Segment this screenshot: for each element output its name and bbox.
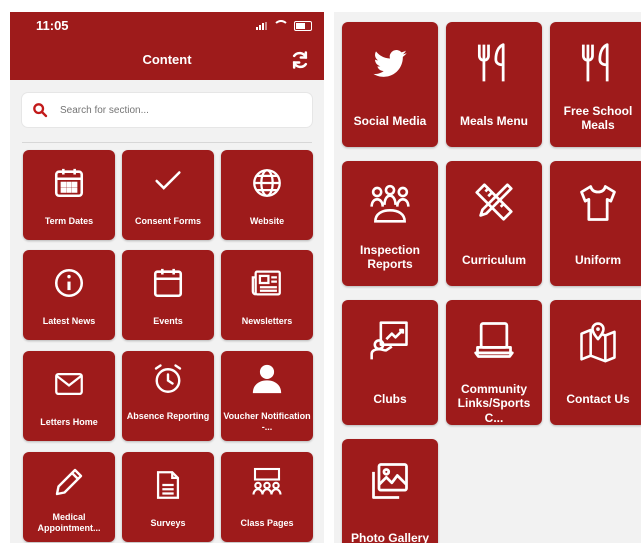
tile-label: Free School Meals xyxy=(563,104,633,133)
tile-label: Voucher Notification -... xyxy=(223,411,311,432)
tile-meals-menu[interactable]: Meals Menu xyxy=(446,22,542,147)
tile-label: Inspection Reports xyxy=(359,243,420,272)
pencil-icon xyxy=(55,468,83,496)
tile-label: Contact Us xyxy=(566,392,630,406)
person-icon xyxy=(252,364,282,394)
tile-label: Clubs xyxy=(373,392,407,406)
twitter-bird-icon xyxy=(373,49,407,77)
checkmark-icon xyxy=(155,171,181,190)
tile-absence-reporting[interactable]: Absence Reporting xyxy=(122,351,214,441)
tile-label: Class Pages xyxy=(240,518,294,528)
fork-knife-icon xyxy=(581,43,609,82)
calendar-icon xyxy=(153,268,183,298)
info-icon xyxy=(54,268,84,298)
wifi-icon xyxy=(273,20,289,31)
tile-label: Absence Reporting xyxy=(126,411,210,421)
tile-label: Curriculum xyxy=(461,253,526,267)
tile-inspection-reports[interactable]: Inspection Reports xyxy=(342,161,438,286)
signal-icon xyxy=(256,21,268,30)
tshirt-icon xyxy=(580,185,616,221)
tile-label: Photo Gallery xyxy=(350,531,430,543)
tile-consent-forms[interactable]: Consent Forms xyxy=(122,150,214,240)
fork-knife-icon xyxy=(477,43,505,82)
tile-label: Consent Forms xyxy=(134,216,201,226)
laptop-icon xyxy=(474,322,514,358)
battery-icon xyxy=(294,20,312,31)
tile-label: Newsletters xyxy=(241,316,293,326)
tile-website[interactable]: Website xyxy=(221,150,313,240)
search-bar[interactable] xyxy=(22,93,312,127)
tile-label: Social Media xyxy=(353,114,427,128)
tile-label: Medical Appointment... xyxy=(37,512,101,533)
pencil-ruler-icon xyxy=(475,183,513,221)
tile-label: Latest News xyxy=(42,316,96,326)
tile-letters-home[interactable]: Letters Home xyxy=(23,351,115,441)
tile-community-links[interactable]: Community Links/Sports C... xyxy=(446,300,542,425)
divider xyxy=(22,142,312,143)
tile-label: Website xyxy=(249,216,285,226)
tile-label: Surveys xyxy=(150,518,186,528)
newspaper-icon xyxy=(251,270,281,296)
tile-clubs[interactable]: Clubs xyxy=(342,300,438,425)
tile-events[interactable]: Events xyxy=(122,250,214,340)
presenter-chart-icon xyxy=(370,321,408,360)
map-pin-icon xyxy=(580,322,616,363)
content-screen: 11:05 Content Term Dates Consent Forms xyxy=(10,12,324,543)
search-icon xyxy=(33,103,48,118)
refresh-icon[interactable] xyxy=(290,50,310,70)
tile-curriculum[interactable]: Curriculum xyxy=(446,161,542,286)
photo-gallery-icon xyxy=(372,463,408,499)
tile-label: Community Links/Sports C... xyxy=(457,382,531,425)
tile-label: Events xyxy=(153,316,183,326)
tile-free-school-meals[interactable]: Free School Meals xyxy=(550,22,641,147)
envelope-icon xyxy=(55,372,83,396)
group-icon xyxy=(370,184,410,223)
document-icon xyxy=(156,471,180,499)
calendar-grid-icon xyxy=(54,168,84,198)
classroom-icon xyxy=(252,467,282,495)
tile-medical-appointment[interactable]: Medical Appointment... xyxy=(23,452,115,542)
tile-photo-gallery[interactable]: Photo Gallery xyxy=(342,439,438,543)
tile-uniform[interactable]: Uniform xyxy=(550,161,641,286)
app-header: 11:05 Content xyxy=(10,12,324,80)
right-content-screen: Social Media Meals Menu Free School Meal… xyxy=(334,12,641,543)
tile-newsletters[interactable]: Newsletters xyxy=(221,250,313,340)
tile-label: Uniform xyxy=(575,253,621,267)
tile-latest-news[interactable]: Latest News xyxy=(23,250,115,340)
status-icons xyxy=(256,20,312,31)
alarm-clock-icon xyxy=(154,364,182,393)
tile-social-media[interactable]: Social Media xyxy=(342,22,438,147)
tile-label: Term Dates xyxy=(44,216,94,226)
search-input[interactable] xyxy=(58,103,292,117)
tile-class-pages[interactable]: Class Pages xyxy=(221,452,313,542)
tile-label: Letters Home xyxy=(40,417,98,427)
tile-label: Meals Menu xyxy=(459,114,528,128)
page-title: Content xyxy=(142,52,192,67)
status-time: 11:05 xyxy=(36,18,69,33)
tile-surveys[interactable]: Surveys xyxy=(122,452,214,542)
globe-icon xyxy=(253,169,281,197)
tile-term-dates[interactable]: Term Dates xyxy=(23,150,115,240)
tile-contact-us[interactable]: Contact Us xyxy=(550,300,641,425)
tile-voucher-notification[interactable]: Voucher Notification -... xyxy=(221,351,313,441)
